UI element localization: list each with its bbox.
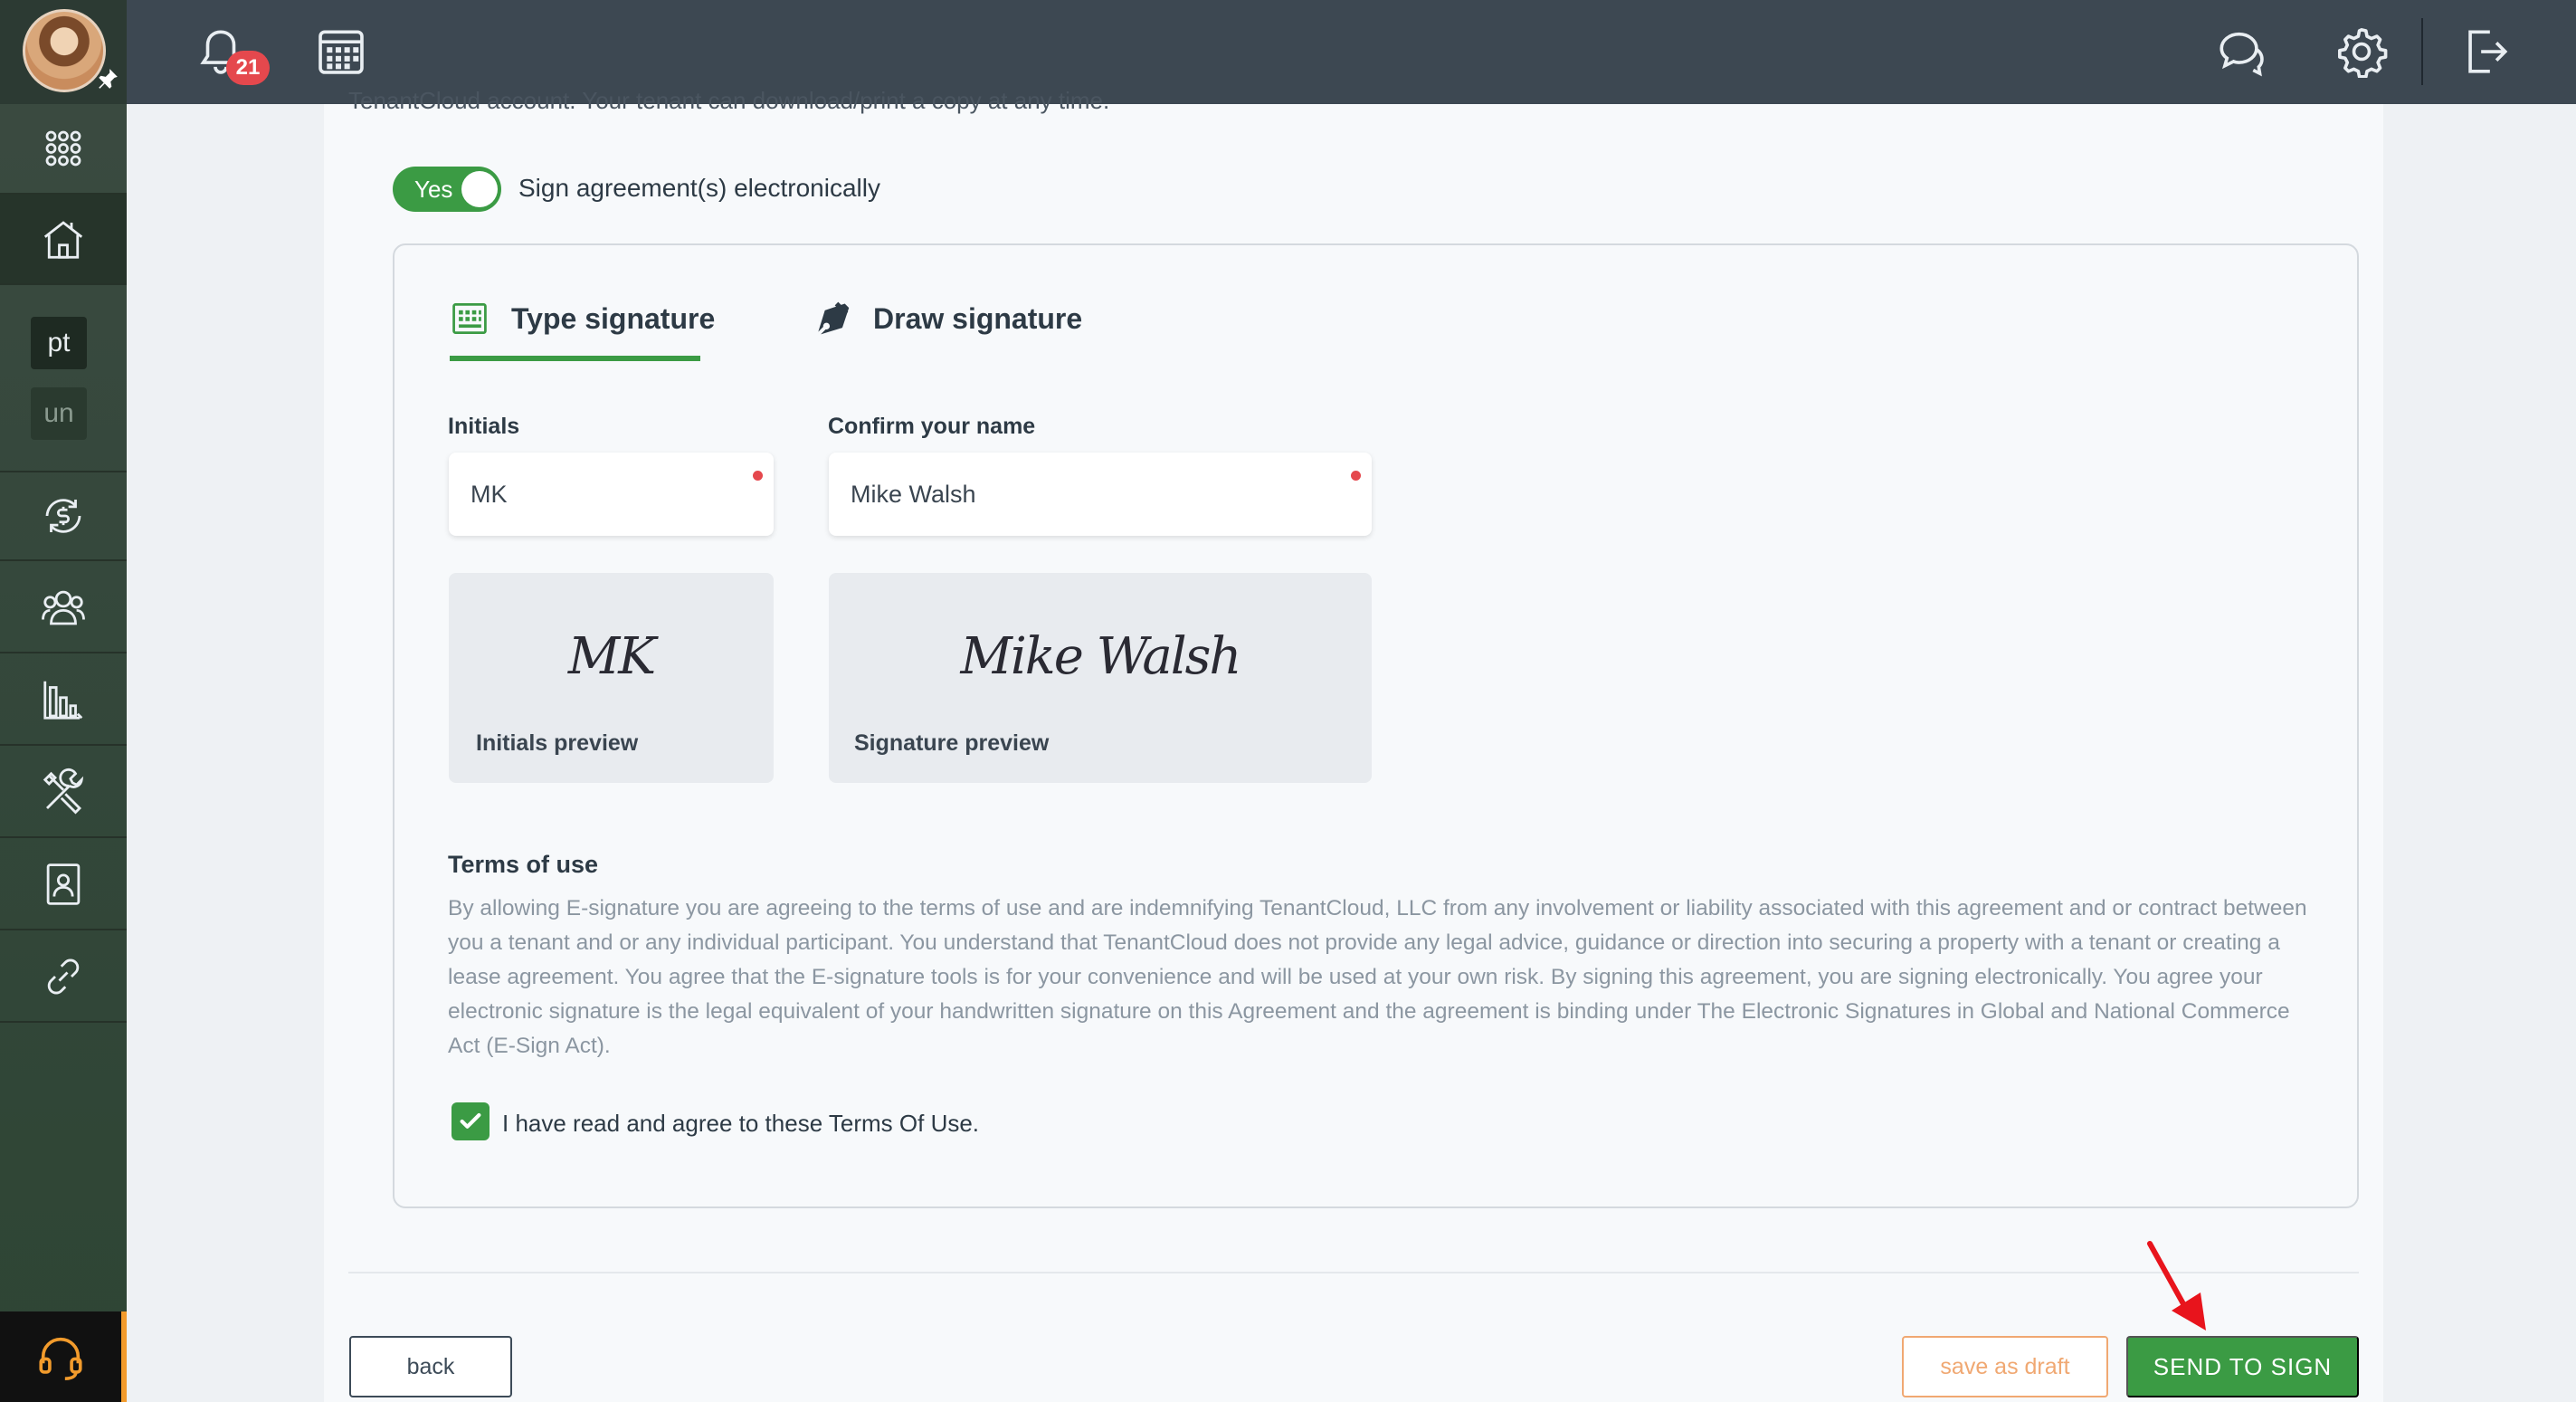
applications-document-icon <box>46 863 81 905</box>
keyboard-icon <box>452 303 487 334</box>
agree-terms-label[interactable]: I have read and agree to these Terms Of … <box>502 1110 979 1138</box>
signature-preview: Mike Walsh Signature preview <box>829 573 1372 783</box>
esign-toggle[interactable]: Yes <box>393 167 501 212</box>
signature-preview-label: Signature preview <box>854 730 1050 756</box>
esign-toggle-text: Sign agreement(s) electronically <box>518 174 880 202</box>
initials-preview: MK Initials preview <box>449 573 774 783</box>
gear-icon[interactable] <box>2335 25 2388 78</box>
confirm-name-label: Confirm your name <box>828 414 1036 439</box>
user-avatar-cell[interactable] <box>0 0 127 104</box>
sidebar-item-applications[interactable] <box>0 840 127 930</box>
link-icon <box>47 959 80 995</box>
cut-off-info-text: TenantCloud account. Your tenant can dow… <box>348 87 1110 114</box>
back-button[interactable]: back <box>349 1336 512 1397</box>
confirm-name-field[interactable] <box>829 453 1372 536</box>
initials-field[interactable] <box>449 453 774 536</box>
sidebar-item-apps[interactable] <box>0 104 127 195</box>
tab-draw-signature[interactable]: Draw signature <box>812 299 1082 339</box>
maintenance-tools-icon <box>43 768 84 815</box>
sidebar-item-un-label: un <box>43 398 74 428</box>
required-indicator <box>1351 471 1361 481</box>
send-to-sign-button[interactable]: SEND TO SIGN <box>2126 1336 2359 1397</box>
headset-icon <box>39 1337 82 1380</box>
annotation-arrow-icon <box>2147 1241 2206 1330</box>
topbar-divider <box>2421 18 2423 85</box>
pin-icon[interactable] <box>96 67 119 91</box>
initials-label: Initials <box>448 414 520 439</box>
tab-draw-signature-label: Draw signature <box>873 301 1083 335</box>
signature-preview-signature: Mike Walsh <box>960 627 1242 686</box>
calendar-icon[interactable] <box>315 25 367 78</box>
initials-input[interactable] <box>449 453 774 536</box>
tab-type-signature[interactable]: Type signature <box>450 299 715 339</box>
terms-body: By allowing E-signature you are agreeing… <box>448 896 2307 1058</box>
sidebar-item-properties[interactable] <box>0 195 127 285</box>
apps-grid-icon <box>45 130 81 167</box>
sidebar-item-people[interactable] <box>0 563 127 653</box>
logout-icon[interactable] <box>2459 25 2512 78</box>
toggle-knob <box>461 171 498 207</box>
save-as-draft-button[interactable]: save as draft <box>1902 1336 2108 1397</box>
sidebar-item-accounting[interactable] <box>0 471 127 561</box>
support-button[interactable] <box>0 1311 127 1402</box>
reports-chart-icon <box>43 681 83 720</box>
required-indicator <box>753 471 763 481</box>
active-tab-underline <box>450 356 700 361</box>
checkmark-icon <box>460 1112 481 1129</box>
sidebar-item-link[interactable] <box>0 932 127 1023</box>
avatar[interactable] <box>23 9 106 92</box>
accounting-money-icon <box>45 499 81 533</box>
pen-nib-icon <box>818 301 850 335</box>
properties-house-icon <box>43 221 83 259</box>
footer-divider <box>348 1272 2359 1273</box>
terms-title: Terms of use <box>448 851 599 878</box>
agree-terms-checkbox[interactable] <box>452 1102 490 1140</box>
sidebar: pt un <box>0 104 127 1402</box>
confirm-name-input[interactable] <box>829 453 1372 536</box>
sidebar-item-pt-label: pt <box>47 328 71 358</box>
notification-count-badge[interactable]: 21 <box>226 51 270 85</box>
sidebar-item-un[interactable]: un <box>31 387 87 440</box>
initials-preview-signature: MK <box>567 627 656 686</box>
sidebar-item-reports[interactable] <box>0 655 127 746</box>
toggle-label: Yes <box>414 176 453 203</box>
sidebar-item-maintenance[interactable] <box>0 748 127 838</box>
chat-icon[interactable] <box>2215 25 2267 78</box>
sidebar-item-pt[interactable]: pt <box>31 317 87 369</box>
people-icon <box>42 590 85 625</box>
tab-type-signature-label: Type signature <box>511 301 716 335</box>
initials-preview-label: Initials preview <box>476 730 639 756</box>
